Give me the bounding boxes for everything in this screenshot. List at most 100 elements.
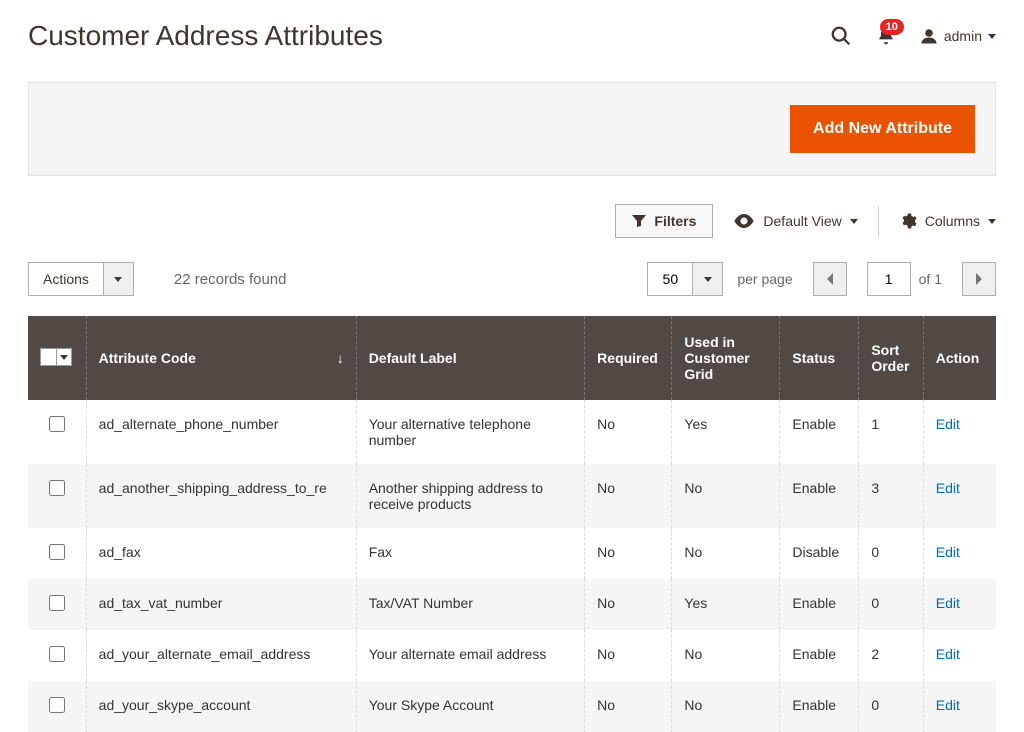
search-icon[interactable] xyxy=(830,25,852,47)
user-icon xyxy=(920,27,938,45)
required-header[interactable]: Required xyxy=(585,316,672,400)
cell-used-in-grid: No xyxy=(672,630,780,681)
page-number-input[interactable] xyxy=(867,262,911,296)
chevron-right-icon xyxy=(975,273,983,285)
cell-required: No xyxy=(585,464,672,528)
cell-required: No xyxy=(585,681,672,732)
page-size-select[interactable] xyxy=(647,262,723,296)
sort-arrow-icon: ↓ xyxy=(337,350,344,366)
filters-button[interactable]: Filters xyxy=(615,204,713,238)
cell-code: ad_your_alternate_email_address xyxy=(86,630,356,681)
edit-link[interactable]: Edit xyxy=(936,697,960,713)
row-checkbox[interactable] xyxy=(49,480,65,496)
cell-label: Your alternate email address xyxy=(356,630,584,681)
prev-page-button[interactable] xyxy=(813,262,847,296)
edit-link[interactable]: Edit xyxy=(936,480,960,496)
row-checkbox[interactable] xyxy=(49,646,65,662)
cell-used-in-grid: Yes xyxy=(672,579,780,630)
action-bar: Add New Attribute xyxy=(28,82,996,176)
code-header[interactable]: Attribute Code↓ xyxy=(86,316,356,400)
notification-badge: 10 xyxy=(880,19,904,35)
action-header[interactable]: Action xyxy=(923,316,996,400)
cell-sort-order: 0 xyxy=(859,681,923,732)
cell-status: Enable xyxy=(780,579,859,630)
table-row[interactable]: ad_your_alternate_email_addressYour alte… xyxy=(28,630,996,681)
default-view-label: Default View xyxy=(763,213,841,229)
actions-label: Actions xyxy=(29,271,103,287)
cell-code: ad_alternate_phone_number xyxy=(86,400,356,464)
actions-dropdown[interactable]: Actions xyxy=(28,262,134,296)
cell-code: ad_fax xyxy=(86,528,356,579)
filters-label: Filters xyxy=(654,213,696,229)
row-checkbox[interactable] xyxy=(49,544,65,560)
table-row[interactable]: ad_faxFaxNoNoDisable0Edit xyxy=(28,528,996,579)
cell-status: Disable xyxy=(780,528,859,579)
cell-used-in-grid: Yes xyxy=(672,400,780,464)
table-row[interactable]: ad_your_skype_accountYour Skype AccountN… xyxy=(28,681,996,732)
status-header[interactable]: Status xyxy=(780,316,859,400)
cell-label: Your Skype Account xyxy=(356,681,584,732)
columns-label: Columns xyxy=(925,213,980,229)
cell-label: Your alternative telephone number xyxy=(356,400,584,464)
cell-label: Fax xyxy=(356,528,584,579)
of-pages-label: of 1 xyxy=(919,271,942,287)
cell-status: Enable xyxy=(780,400,859,464)
actions-toggle[interactable] xyxy=(103,263,133,295)
table-row[interactable]: ad_another_shipping_address_to_reAnother… xyxy=(28,464,996,528)
cell-sort-order: 2 xyxy=(859,630,923,681)
chevron-down-icon xyxy=(988,34,996,39)
cell-label: Another shipping address to receive prod… xyxy=(356,464,584,528)
cell-status: Enable xyxy=(780,630,859,681)
account-menu[interactable]: admin xyxy=(920,27,996,45)
per-page-label: per page xyxy=(737,271,792,287)
add-new-attribute-button[interactable]: Add New Attribute xyxy=(790,105,975,153)
edit-link[interactable]: Edit xyxy=(936,595,960,611)
divider xyxy=(878,206,879,236)
cell-used-in-grid: No xyxy=(672,464,780,528)
table-row[interactable]: ad_alternate_phone_numberYour alternativ… xyxy=(28,400,996,464)
cell-code: ad_tax_vat_number xyxy=(86,579,356,630)
next-page-button[interactable] xyxy=(962,262,996,296)
cell-sort-order: 0 xyxy=(859,579,923,630)
edit-link[interactable]: Edit xyxy=(936,646,960,662)
select-all-header[interactable] xyxy=(28,316,86,400)
columns-dropdown[interactable]: Columns xyxy=(899,212,996,230)
table-row[interactable]: ad_tax_vat_numberTax/VAT NumberNoYesEnab… xyxy=(28,579,996,630)
cell-status: Enable xyxy=(780,464,859,528)
page-title: Customer Address Attributes xyxy=(28,20,830,52)
chevron-down-icon xyxy=(704,277,712,282)
edit-link[interactable]: Edit xyxy=(936,544,960,560)
edit-link[interactable]: Edit xyxy=(936,416,960,432)
row-checkbox[interactable] xyxy=(49,697,65,713)
sort-order-header[interactable]: Sort Order xyxy=(859,316,923,400)
cell-status: Enable xyxy=(780,681,859,732)
cell-required: No xyxy=(585,528,672,579)
page-size-input[interactable] xyxy=(648,271,692,287)
gear-icon xyxy=(899,212,917,230)
cell-sort-order: 3 xyxy=(859,464,923,528)
cell-required: No xyxy=(585,400,672,464)
account-label: admin xyxy=(944,28,982,44)
row-checkbox[interactable] xyxy=(49,595,65,611)
row-checkbox[interactable] xyxy=(49,416,65,432)
records-found: 22 records found xyxy=(174,271,287,288)
attributes-table: Attribute Code↓ Default Label Required U… xyxy=(28,316,996,732)
page-size-toggle[interactable] xyxy=(692,263,722,295)
used-in-grid-header[interactable]: Used in Customer Grid xyxy=(672,316,780,400)
default-view-dropdown[interactable]: Default View xyxy=(733,213,857,229)
chevron-down-icon xyxy=(114,277,122,282)
cell-label: Tax/VAT Number xyxy=(356,579,584,630)
cell-sort-order: 1 xyxy=(859,400,923,464)
label-header[interactable]: Default Label xyxy=(356,316,584,400)
cell-sort-order: 0 xyxy=(859,528,923,579)
chevron-down-icon xyxy=(60,355,68,360)
funnel-icon xyxy=(632,215,646,227)
chevron-left-icon xyxy=(826,273,834,285)
cell-used-in-grid: No xyxy=(672,681,780,732)
cell-code: ad_another_shipping_address_to_re xyxy=(86,464,356,528)
cell-required: No xyxy=(585,579,672,630)
chevron-down-icon xyxy=(850,219,858,224)
notification-icon[interactable]: 10 xyxy=(876,25,896,47)
eye-icon xyxy=(733,214,755,228)
cell-code: ad_your_skype_account xyxy=(86,681,356,732)
